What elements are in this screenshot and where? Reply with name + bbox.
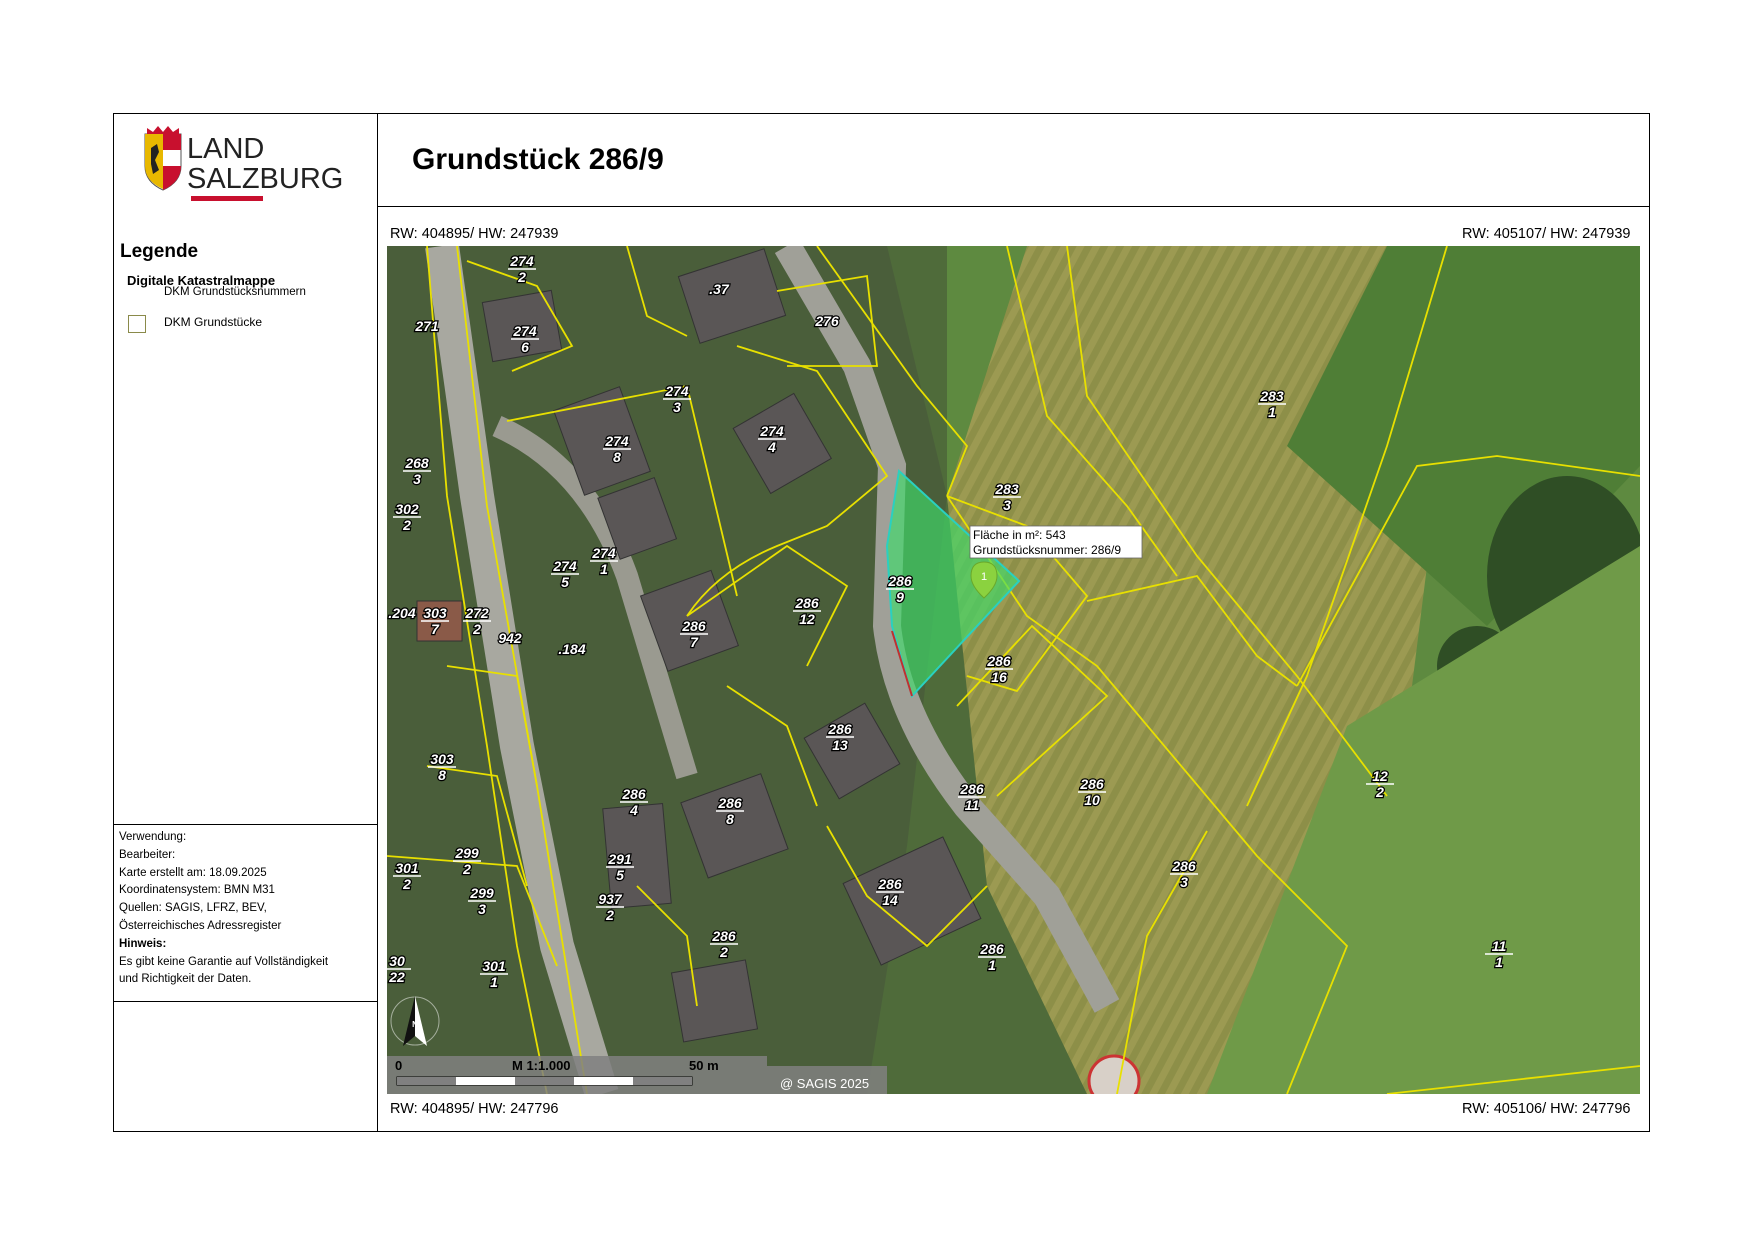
info-divider [113,824,378,825]
land-salzburg-logo: LAND SALZBURG [144,126,343,201]
legend-title: Legende [120,241,199,262]
parcel-label: 271 [414,318,439,334]
scale-label: M 1:1.000 [512,1058,571,1073]
parcel-label: 942 [498,630,522,646]
info-sources2: Österreichisches Adressregister [119,919,282,932]
popup-area: Fläche in m²: 543 [973,528,1066,542]
parcel-label: .204 [388,605,415,621]
svg-text:LAND: LAND [187,133,264,165]
coord-top-left: RW: 404895/ HW: 247939 [390,226,559,242]
parcel-label: .184 [558,641,585,657]
info-usage: Verwendung: [119,831,187,843]
popup-number: Grundstücksnummer: 286/9 [973,543,1121,557]
info-crs: Koordinatensystem: BMN M31 [119,884,275,897]
svg-text:1: 1 [981,571,987,583]
coord-bottom-left: RW: 404895/ HW: 247796 [390,1101,559,1117]
scale-zero: 0 [395,1058,402,1073]
roundabout [1087,1054,1141,1094]
legend-swatch [128,315,146,333]
page-title: Grundstück 286/9 [412,143,664,176]
info-block: Verwendung: Bearbeiter: Karte erstellt a… [119,829,328,989]
copyright: @ SAGIS 2025 [780,1076,869,1091]
scale-end: 50 m [689,1058,719,1073]
coat-of-arms-icon [144,126,182,191]
title-divider [378,206,1650,207]
info-divider-bottom [113,1001,378,1002]
svg-text:N: N [412,1020,418,1029]
info-created: Karte erstellt am: 18.09.2025 [119,866,267,879]
legend-item-parcel-numbers: DKM Grundstücksnummern [164,286,306,298]
parcel-popup: Fläche in m²: 543 Grundstücksnummer: 286… [969,525,1143,559]
legend-item-parcels: DKM Grundstücke [164,315,263,329]
parcel-label: 276 [814,313,839,329]
info-hint-label: Hinweis: [119,937,167,950]
info-hint1: Es gibt keine Garantie auf Vollständigke… [119,955,329,968]
info-sources: Quellen: SAGIS, LFRZ, BEV, [119,902,267,915]
parcel-label: .37 [709,281,730,297]
info-editor: Bearbeiter: [119,848,176,861]
info-hint2: und Richtigkeit der Daten. [119,973,252,986]
coord-bottom-right: RW: 405106/ HW: 247796 [1462,1101,1631,1117]
coord-top-right: RW: 405107/ HW: 247939 [1462,226,1631,242]
svg-text:SALZBURG: SALZBURG [187,163,343,195]
parcel-label: 3022 [388,953,405,985]
map-canvas[interactable]: Fläche in m²: 543 Grundstücksnummer: 286… [387,246,1640,1094]
